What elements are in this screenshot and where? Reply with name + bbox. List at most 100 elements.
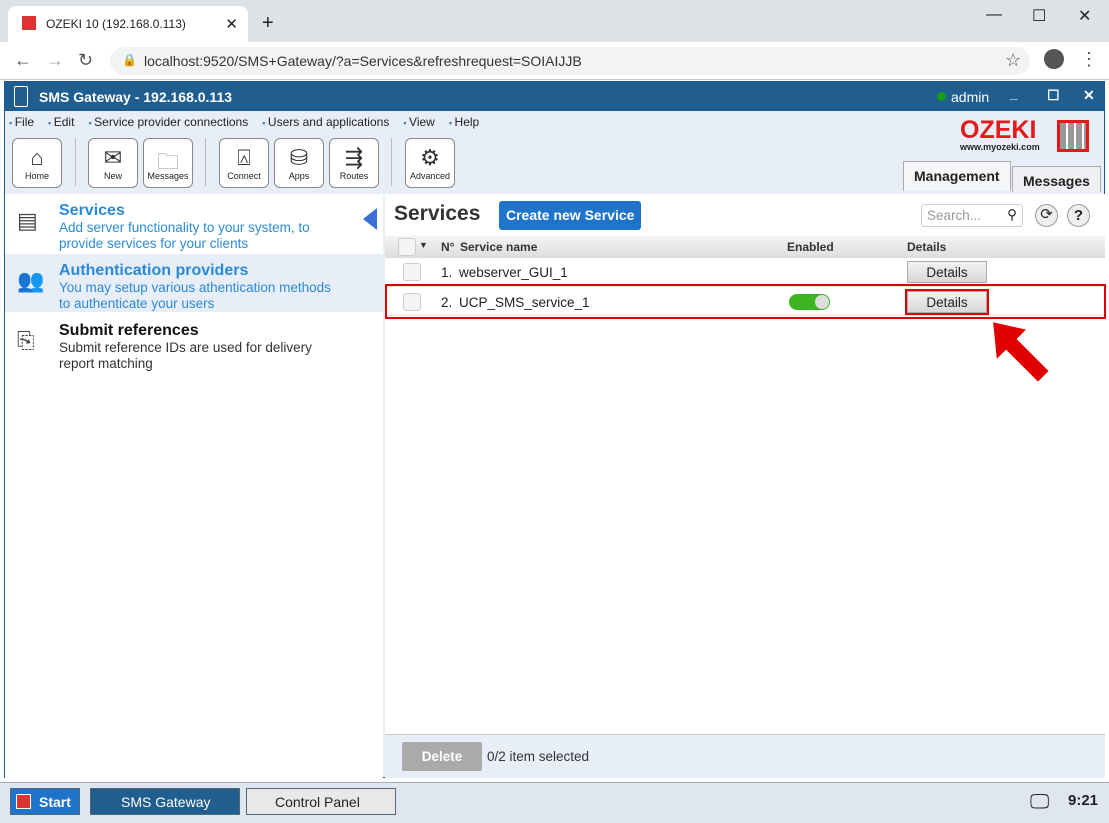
tab-management[interactable]: Management bbox=[903, 161, 1011, 191]
toolbar-home-button[interactable]: ⌂ Home bbox=[12, 138, 62, 188]
antenna-icon: ⍓ bbox=[237, 145, 251, 170]
label: Routes bbox=[339, 171, 369, 181]
app-window: SMS Gateway - 192.168.0.113 admin _ ☐ ✕ … bbox=[4, 81, 1106, 778]
ozeki-grid-icon bbox=[1057, 120, 1089, 152]
users-icon: 👥 bbox=[17, 268, 45, 293]
back-icon[interactable]: ← bbox=[14, 50, 32, 71]
taskbar-control-panel[interactable]: Control Panel bbox=[246, 788, 396, 815]
page-title: Services bbox=[394, 202, 481, 225]
browser-tab-bar: OZEKI 10 (192.168.0.113) ✕ + — ☐ ✕ bbox=[0, 0, 1109, 42]
forward-icon[interactable]: → bbox=[46, 50, 64, 71]
url-input[interactable]: 🔒 localhost:9520/SMS+Gateway/?a=Services&… bbox=[110, 47, 1030, 75]
toolbar-new-button[interactable]: ✉ New bbox=[88, 138, 138, 188]
user-name[interactable]: admin bbox=[951, 89, 989, 105]
taskbar-sms-gateway[interactable]: SMS Gateway bbox=[90, 788, 240, 815]
minimize-icon[interactable]: — bbox=[986, 6, 1002, 24]
app-minimize-icon[interactable]: _ bbox=[1010, 85, 1018, 101]
maximize-icon[interactable]: ☐ bbox=[1032, 6, 1046, 26]
new-tab-button[interactable]: + bbox=[262, 12, 274, 35]
label: Connect bbox=[227, 171, 261, 181]
ozeki-favicon-icon bbox=[22, 16, 36, 30]
toolbar-routes-button[interactable]: ⇶ Routes bbox=[329, 138, 379, 188]
toolbar-advanced-button[interactable]: ⚙ Advanced bbox=[405, 138, 455, 188]
close-window-icon[interactable]: ✕ bbox=[1078, 6, 1091, 26]
tab-title: OZEKI 10 (192.168.0.113) bbox=[46, 17, 186, 31]
new-message-icon: ✉ bbox=[103, 145, 123, 170]
address-bar: ← → ↻ 🔒 localhost:9520/SMS+Gateway/?a=Ser… bbox=[0, 42, 1109, 80]
item-title: Authentication providers bbox=[59, 262, 249, 279]
column-details: Details bbox=[907, 240, 947, 254]
item-desc: Add server functionality to your system,… bbox=[59, 220, 310, 235]
label: Messages bbox=[147, 171, 189, 181]
label: New bbox=[103, 171, 122, 181]
star-icon[interactable]: ☆ bbox=[1005, 50, 1021, 71]
item-title: Submit references bbox=[59, 322, 199, 339]
toolbar-apps-button[interactable]: ⛁ Apps bbox=[274, 138, 324, 188]
row-checkbox[interactable] bbox=[403, 263, 421, 281]
folder-icon: 🗀 bbox=[156, 149, 179, 174]
item-desc: to authenticate your users bbox=[59, 296, 215, 311]
menu-edit[interactable]: Edit bbox=[48, 115, 74, 129]
ozeki-start-icon bbox=[16, 794, 31, 809]
column-enabled: Enabled bbox=[787, 240, 834, 254]
browser-tab[interactable]: OZEKI 10 (192.168.0.113) ✕ bbox=[8, 6, 248, 42]
row-number: 1. bbox=[441, 265, 453, 280]
app-title-bar: SMS Gateway - 192.168.0.113 admin _ ☐ ✕ bbox=[5, 82, 1104, 111]
menu-users-and-applications[interactable]: Users and applications bbox=[262, 115, 389, 129]
lock-icon: 🔒 bbox=[122, 53, 137, 67]
table-row[interactable]: 1. webserver_GUI_1 Details bbox=[385, 258, 1105, 287]
item-desc: report matching bbox=[59, 356, 153, 371]
sidebar: ▤ Services Add server functionality to yo… bbox=[5, 194, 383, 778]
sidebar-item-authentication-providers[interactable]: 👥 Authentication providers You may setup … bbox=[5, 254, 383, 312]
profile-icon[interactable] bbox=[1044, 49, 1064, 69]
item-desc: Submit reference IDs are used for delive… bbox=[59, 340, 312, 355]
select-all-checkbox[interactable] bbox=[398, 238, 416, 256]
signpost-icon: ⇶ bbox=[344, 145, 364, 170]
service-name[interactable]: webserver_GUI_1 bbox=[459, 265, 568, 280]
toolbar-messages-button[interactable]: 🗀 Messages bbox=[143, 138, 193, 188]
app-title: SMS Gateway - 192.168.0.113 bbox=[39, 89, 233, 105]
server-icon: ▤ bbox=[17, 208, 38, 233]
menu-service-provider-connections[interactable]: Service provider connections bbox=[88, 115, 248, 129]
divider bbox=[205, 138, 206, 186]
item-desc: You may setup various athentication meth… bbox=[59, 280, 331, 295]
divider bbox=[75, 138, 76, 186]
menu-kebab-icon[interactable]: ⋮ bbox=[1080, 49, 1098, 70]
chevron-down-icon[interactable]: ▼ bbox=[419, 240, 428, 250]
online-status-icon bbox=[937, 92, 946, 101]
table-header: ▼ N° Service name Enabled Details bbox=[385, 236, 1105, 258]
highlight-box bbox=[385, 284, 1106, 319]
selection-status: 0/2 item selected bbox=[487, 749, 590, 764]
tab-messages[interactable]: Messages bbox=[1012, 166, 1101, 192]
details-button[interactable]: Details bbox=[907, 261, 987, 283]
ozeki-logo: OZEKI www.myozeki.com bbox=[960, 116, 1040, 153]
column-service-name[interactable]: Service name bbox=[460, 240, 537, 254]
label: Home bbox=[24, 171, 49, 181]
app-maximize-icon[interactable]: ☐ bbox=[1047, 87, 1060, 104]
clock: 9:21 bbox=[1068, 792, 1099, 809]
delete-button[interactable]: Delete bbox=[402, 742, 482, 771]
toolbar-connect-button[interactable]: ⍓ Connect bbox=[219, 138, 269, 188]
search-input[interactable]: Search... ⚲ bbox=[921, 204, 1023, 227]
reload-icon[interactable]: ↻ bbox=[78, 50, 93, 71]
search-placeholder: Search... bbox=[927, 208, 982, 223]
create-new-service-button[interactable]: Create new Service bbox=[499, 201, 641, 230]
close-tab-icon[interactable]: ✕ bbox=[225, 15, 238, 33]
logo-text: OZEKI bbox=[960, 116, 1037, 144]
search-icon: ⚲ bbox=[1007, 207, 1017, 222]
label: Apps bbox=[288, 171, 310, 181]
database-icon: ⛁ bbox=[289, 145, 309, 170]
services-panel: Services Create new Service Search... ⚲ ⟳… bbox=[385, 194, 1106, 778]
gear-icon: ⚙ bbox=[420, 145, 440, 170]
menu-file[interactable]: File bbox=[9, 115, 34, 129]
taskbar: Start SMS Gateway Control Panel 🖵 9:21 bbox=[0, 782, 1109, 823]
app-close-icon[interactable]: ✕ bbox=[1083, 87, 1095, 104]
sidebar-item-submit-references[interactable]: ⎘ Submit references Submit reference IDs … bbox=[5, 314, 383, 372]
help-icon[interactable]: ? bbox=[1067, 204, 1090, 227]
sidebar-item-services[interactable]: ▤ Services Add server functionality to yo… bbox=[5, 194, 383, 252]
refresh-icon[interactable]: ⟳ bbox=[1035, 204, 1058, 227]
menu-view[interactable]: View bbox=[403, 115, 435, 129]
monitor-icon[interactable]: 🖵 bbox=[1030, 791, 1049, 814]
red-arrow-pointer-icon bbox=[990, 319, 1052, 385]
menu-help[interactable]: Help bbox=[449, 115, 479, 129]
